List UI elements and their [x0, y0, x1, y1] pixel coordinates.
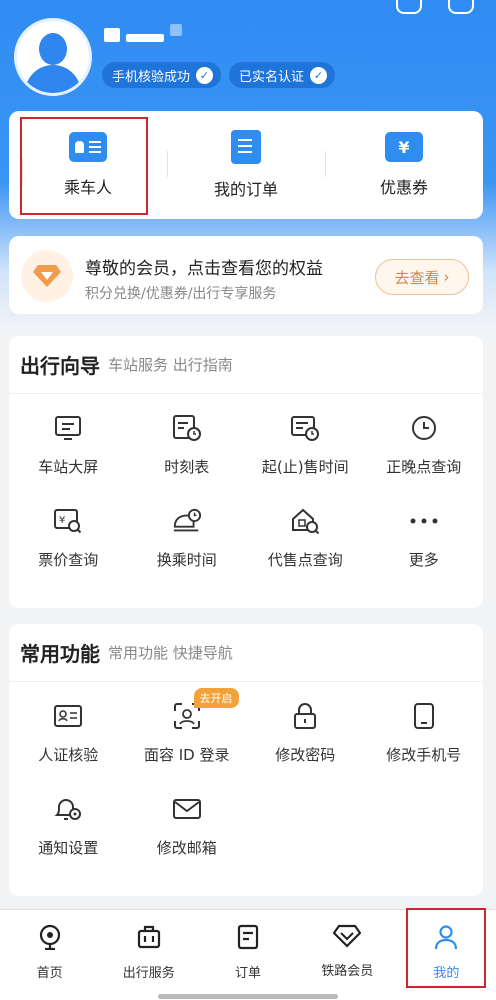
member-title: 尊敬的会员，点击查看您的权益 [85, 259, 323, 279]
common-functions-section: 常用功能 常用功能 快捷导航 人证核验 面容 ID 登录 去开启 修改密码 修改… [9, 624, 483, 896]
phone-verified-badge: 手机核验成功 ✓ [102, 62, 222, 88]
travel-guide-section: 出行向导 车站服务 出行指南 车站大屏 时刻表 起(止)售时间 正晚点查询 ¥ … [9, 336, 483, 608]
user-icon [433, 924, 459, 954]
message-icon[interactable] [448, 0, 474, 14]
member-subtitle: 积分兑换/优惠券/出行专享服务 [85, 286, 277, 302]
more-dots-icon [409, 505, 439, 537]
grid-item-notification-settings[interactable]: 通知设置 [9, 793, 128, 886]
grid-item-agency-query[interactable]: 代售点查询 [246, 505, 365, 598]
lock-icon [290, 700, 320, 732]
screen-icon [53, 412, 83, 444]
member-banner[interactable]: 尊敬的会员，点击查看您的权益 积分兑换/优惠券/出行专享服务 去查看 › [9, 236, 483, 314]
id-card-icon [53, 700, 83, 732]
section-title: 常用功能 [20, 642, 100, 666]
grid-item-change-password[interactable]: 修改密码 [246, 700, 365, 793]
tab-orders[interactable]: 订单 [198, 910, 297, 1000]
tab-mine[interactable]: 我的 [397, 910, 496, 1000]
grid-item-id-verify[interactable]: 人证核验 [9, 700, 128, 793]
view-benefits-button[interactable]: 去查看 › [375, 259, 469, 295]
home-rail-icon [37, 924, 63, 954]
clock-icon [409, 412, 439, 444]
order-doc-icon [231, 130, 261, 164]
mail-icon [172, 793, 202, 825]
quick-my-orders[interactable]: 我的订单 [167, 111, 325, 219]
bell-gear-icon [53, 793, 83, 825]
bottom-tabbar: 首页 出行服务 订单 铁路会员 我的 [0, 908, 496, 1000]
settings-icon[interactable] [396, 0, 422, 14]
svg-text:¥: ¥ [59, 515, 65, 526]
timetable-icon [172, 412, 202, 444]
coupon-icon: ¥ [385, 132, 423, 162]
grid-item-station-screen[interactable]: 车站大屏 [9, 412, 128, 505]
luggage-icon [136, 924, 162, 954]
section-title: 出行向导 [20, 354, 100, 378]
grid-item-change-email[interactable]: 修改邮箱 [128, 793, 247, 886]
train-clock-icon [172, 505, 202, 537]
grid-item-change-phone[interactable]: 修改手机号 [365, 700, 484, 793]
grid-item-fare-query[interactable]: ¥ 票价查询 [9, 505, 128, 598]
quick-passenger[interactable]: 乘车人 [9, 111, 167, 219]
quick-actions: 乘车人 我的订单 ¥ 优惠券 [9, 111, 483, 219]
home-indicator [158, 994, 338, 999]
realname-verified-badge: 已实名认证 ✓ [229, 62, 336, 88]
diamond-outline-icon [332, 924, 362, 952]
enable-tag[interactable]: 去开启 [193, 688, 239, 708]
verification-badges: 手机核验成功 ✓ 已实名认证 ✓ [102, 62, 336, 88]
grid-item-timetable[interactable]: 时刻表 [128, 412, 247, 505]
check-icon: ✓ [310, 66, 328, 84]
tab-travel-services[interactable]: 出行服务 [99, 910, 198, 1000]
grid-item-face-id-login[interactable]: 面容 ID 登录 去开启 [128, 688, 247, 793]
tab-railway-member[interactable]: 铁路会员 [298, 910, 397, 1000]
order-list-icon [236, 924, 260, 954]
phone-icon [409, 700, 439, 732]
grid-item-delay-query[interactable]: 正晚点查询 [365, 412, 484, 505]
tab-home[interactable]: 首页 [0, 910, 99, 1000]
section-subtitle: 常用功能 快捷导航 [108, 644, 233, 662]
section-subtitle: 车站服务 出行指南 [108, 356, 233, 374]
passenger-card-icon [69, 132, 107, 162]
fare-search-icon: ¥ [53, 505, 83, 537]
avatar[interactable] [14, 18, 92, 96]
check-icon: ✓ [196, 66, 214, 84]
chevron-right-icon: › [443, 268, 450, 286]
house-search-icon [290, 505, 320, 537]
ticket-clock-icon [290, 412, 320, 444]
grid-item-sale-time[interactable]: 起(止)售时间 [246, 412, 365, 505]
top-icons [396, 0, 474, 14]
quick-coupons[interactable]: ¥ 优惠券 [325, 111, 483, 219]
diamond-icon [21, 250, 73, 302]
grid-item-more[interactable]: 更多 [365, 505, 484, 598]
grid-item-transfer-time[interactable]: 换乘时间 [128, 505, 247, 598]
username-masked [104, 24, 182, 42]
